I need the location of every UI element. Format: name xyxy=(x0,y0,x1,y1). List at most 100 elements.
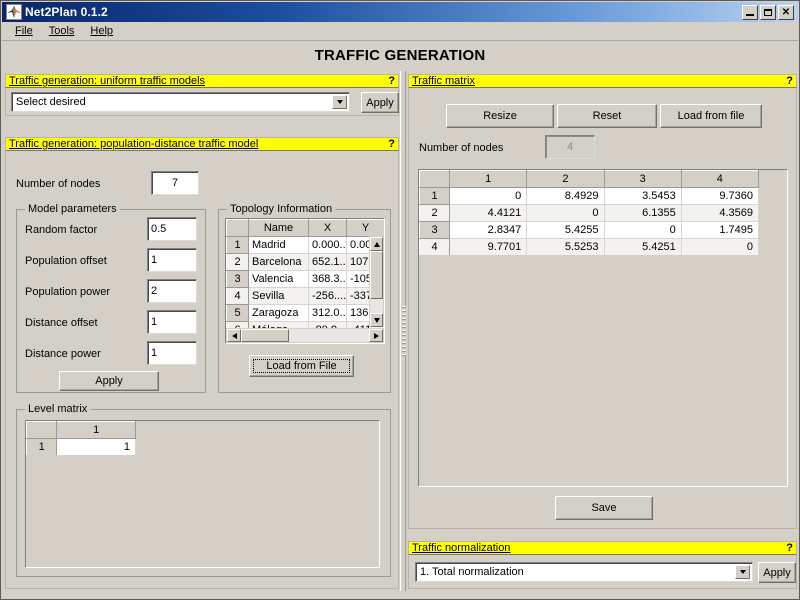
scroll-track[interactable] xyxy=(289,329,369,342)
uniform-model-select[interactable]: Select desired xyxy=(11,92,350,112)
popdist-nodes-input[interactable]: 7 xyxy=(151,171,199,195)
chevron-down-icon[interactable] xyxy=(735,565,750,579)
matrix-cell[interactable]: 0 xyxy=(681,238,760,256)
scroll-thumb[interactable] xyxy=(241,329,289,342)
topology-horizontal-scrollbar[interactable] xyxy=(226,328,384,343)
chevron-down-icon[interactable] xyxy=(332,95,347,109)
traffic-normalization-title: Traffic normalization xyxy=(412,542,511,554)
topology-cell-x[interactable]: 368.3... xyxy=(308,270,347,288)
topology-col-x: X xyxy=(308,219,347,237)
matrix-cell[interactable]: 0 xyxy=(449,187,528,205)
distance-power-input[interactable]: 1 xyxy=(147,341,197,365)
scroll-left-button[interactable] xyxy=(227,329,241,342)
help-icon[interactable]: ? xyxy=(786,542,793,554)
level-matrix-cell[interactable]: 1 xyxy=(56,438,136,456)
population-power-input[interactable]: 2 xyxy=(147,279,197,303)
matrix-load-from-file-button[interactable]: Load from file xyxy=(660,104,762,128)
level-matrix-group: Level matrix 1 1 1 xyxy=(16,403,391,577)
matrix-reset-button[interactable]: Reset xyxy=(557,104,657,128)
matrix-cell[interactable]: 8.4929 xyxy=(526,187,605,205)
topology-cell-x[interactable]: 652.1... xyxy=(308,253,347,271)
uniform-apply-label: Apply xyxy=(366,96,394,109)
help-icon[interactable]: ? xyxy=(786,75,793,87)
matrix-resize-button[interactable]: Resize xyxy=(446,104,554,128)
matrix-cell[interactable]: 0 xyxy=(604,221,682,239)
split-pane-divider[interactable] xyxy=(400,71,406,591)
matrix-cell[interactable]: 4.4121 xyxy=(449,204,528,222)
help-icon[interactable]: ? xyxy=(388,138,395,150)
menu-help[interactable]: Help xyxy=(82,23,121,39)
topology-table-container[interactable]: Name X Y 1 Madrid 0.000... 0.000 2 Barce… xyxy=(225,218,385,344)
matrix-cell[interactable]: 5.5253 xyxy=(526,238,605,256)
table-row: 2 4.4121 0 6.1355 4.3569 xyxy=(419,204,760,222)
window-controls: ✕ xyxy=(742,4,796,20)
matrix-empty-area xyxy=(419,255,787,486)
topology-cell-x[interactable]: 312.0... xyxy=(308,304,347,322)
triangle-up-icon xyxy=(373,241,380,247)
minimize-button[interactable] xyxy=(742,4,758,20)
help-icon[interactable]: ? xyxy=(388,75,395,87)
matrix-cell[interactable]: 9.7701 xyxy=(449,238,528,256)
matrix-col-1: 1 xyxy=(449,170,528,188)
distance-offset-label: Distance offset xyxy=(25,317,98,329)
scroll-up-button[interactable] xyxy=(370,237,383,251)
random-factor-input[interactable]: 0.5 xyxy=(147,217,197,241)
level-matrix-table: 1 1 1 xyxy=(26,421,136,456)
level-matrix-empty-header-area xyxy=(136,421,379,455)
level-matrix-title: Level matrix xyxy=(25,403,91,415)
scroll-right-button[interactable] xyxy=(369,329,383,342)
level-matrix-table-container[interactable]: 1 1 1 xyxy=(25,420,380,568)
topology-cell-name[interactable]: Madrid xyxy=(248,236,309,254)
matrix-cell[interactable]: 0 xyxy=(526,204,605,222)
table-row: 1 Madrid 0.000... 0.000 xyxy=(226,236,384,254)
matrix-cell[interactable]: 5.4255 xyxy=(526,221,605,239)
model-parameters-apply-button[interactable]: Apply xyxy=(59,371,159,391)
topology-col-y: Y xyxy=(346,219,384,237)
scroll-track[interactable] xyxy=(370,299,383,313)
uniform-traffic-section: Traffic generation: uniform traffic mode… xyxy=(5,74,399,116)
matrix-cell[interactable]: 9.7360 xyxy=(681,187,760,205)
popdist-traffic-section: Traffic generation: population-distance … xyxy=(5,137,399,589)
traffic-matrix-table-container[interactable]: 1 2 3 4 1 0 8.4929 3.5453 9.7360 2 4.412… xyxy=(418,169,788,487)
topology-cell-x[interactable]: -256.... xyxy=(308,287,347,305)
topology-row-index: 2 xyxy=(226,253,249,271)
normalization-apply-button[interactable]: Apply xyxy=(758,562,796,583)
menu-file[interactable]: File xyxy=(7,23,41,39)
topology-cell-name[interactable]: Valencia xyxy=(248,270,309,288)
topology-cell-name[interactable]: Sevilla xyxy=(248,287,309,305)
close-button[interactable]: ✕ xyxy=(778,4,794,20)
topology-vertical-scrollbar[interactable] xyxy=(369,236,384,327)
menu-tools[interactable]: Tools xyxy=(41,23,83,39)
scroll-thumb[interactable] xyxy=(370,251,383,299)
uniform-traffic-title: Traffic generation: uniform traffic mode… xyxy=(9,75,206,87)
normalization-apply-label: Apply xyxy=(763,566,791,579)
matrix-cell[interactable]: 2.8347 xyxy=(449,221,528,239)
matrix-nodes-value: 4 xyxy=(566,141,574,153)
uniform-apply-button[interactable]: Apply xyxy=(361,92,399,113)
matrix-cell[interactable]: 5.4251 xyxy=(604,238,682,256)
distance-offset-input[interactable]: 1 xyxy=(147,310,197,334)
topology-cell-name[interactable]: Barcelona xyxy=(248,253,309,271)
uniform-traffic-body: Select desired Apply xyxy=(5,88,399,116)
matrix-cell[interactable]: 3.5453 xyxy=(604,187,682,205)
title-bar: Net2Plan 0.1.2 ✕ xyxy=(2,2,798,22)
matrix-save-button[interactable]: Save xyxy=(555,496,653,520)
topology-load-from-file-button[interactable]: Load from File xyxy=(249,355,354,377)
matrix-cell[interactable]: 4.3569 xyxy=(681,204,760,222)
matrix-cell[interactable]: 1.7495 xyxy=(681,221,760,239)
population-power-label: Population power xyxy=(25,286,111,298)
divider-grip-icon[interactable] xyxy=(402,306,406,356)
maximize-button[interactable] xyxy=(760,4,776,20)
population-offset-input[interactable]: 1 xyxy=(147,248,197,272)
matrix-cell[interactable]: 6.1355 xyxy=(604,204,682,222)
topology-cell-x[interactable]: 0.000... xyxy=(308,236,347,254)
topology-cell-name[interactable]: Zaragoza xyxy=(248,304,309,322)
scroll-down-button[interactable] xyxy=(370,313,383,327)
level-matrix-empty-area xyxy=(26,455,379,567)
normalization-select[interactable]: 1. Total normalization xyxy=(415,562,753,582)
matrix-row-index: 1 xyxy=(419,187,451,205)
popdist-nodes-label: Number of nodes xyxy=(16,178,101,190)
table-row: 4 9.7701 5.5253 5.4251 0 xyxy=(419,238,760,256)
window-title: Net2Plan 0.1.2 xyxy=(25,5,108,19)
population-offset-value: 1 xyxy=(151,254,158,266)
